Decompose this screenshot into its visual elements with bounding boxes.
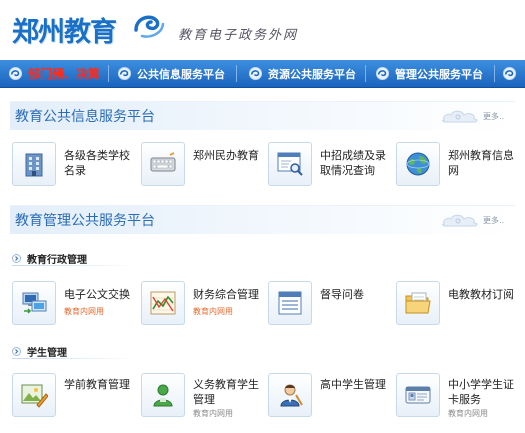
nav-divider (494, 65, 495, 82)
top-navbar: 部门预、决算 公共信息服务平台 资源公共服务平台 管理公共服务平台 (0, 60, 525, 88)
cloud-icon (442, 214, 478, 227)
nav-divider (236, 65, 237, 82)
group-heading-admin: 教育行政管理 (12, 251, 87, 266)
tile-label-exam-results[interactable]: 中招成绩及录取情况查询 (320, 148, 390, 178)
nav-item-budget[interactable]: 部门预、决算 (8, 60, 100, 87)
tile-icon-exam-results[interactable] (268, 142, 312, 186)
arrow-right-icon (12, 347, 21, 356)
tile-icon-education-info-net[interactable] (396, 142, 440, 186)
nav-label: 资源公共服务平台 (268, 67, 356, 81)
group-divider (12, 265, 137, 266)
id-card-icon (405, 386, 431, 404)
tile-label-school-directory[interactable]: 各级各类学校名录 (64, 148, 132, 178)
more-link[interactable]: 更多.. (483, 215, 504, 226)
nav-label: 管理公共服务平台 (395, 67, 483, 81)
search-window-icon (277, 152, 303, 176)
nav-item-resources[interactable]: 资源公共服务平台 (248, 60, 356, 87)
swirl-icon (375, 66, 390, 81)
site-logo[interactable]: 郑州教育 (12, 10, 117, 49)
globe-icon (406, 152, 430, 176)
site-header: 郑州教育 教育电子政务外网 (0, 0, 525, 58)
student-icon (153, 384, 173, 407)
nav-item-management[interactable]: 管理公共服务平台 (375, 60, 483, 87)
group-divider (12, 358, 137, 359)
more-link[interactable]: 更多.. (483, 111, 504, 122)
tile-label-questionnaire[interactable]: 督导问卷 (320, 287, 390, 302)
keyboard-icon (150, 152, 176, 172)
tile-note-intranet: 教育内网用 (193, 307, 233, 316)
swirl-icon (117, 66, 132, 81)
tile-label-textbook-subscription[interactable]: 电教教材订阅 (448, 287, 520, 302)
nav-item-public-info[interactable]: 公共信息服务平台 (117, 60, 225, 87)
section-header-management: 教育管理公共服务平台 更多.. (10, 205, 515, 234)
tile-icon-private-education[interactable] (141, 142, 185, 186)
arrow-right-icon (12, 254, 21, 263)
tile-icon-compulsory-students[interactable] (141, 373, 185, 417)
tile-label-finance[interactable]: 财务综合管理 (193, 287, 268, 302)
tile-icon-high-school-students[interactable] (268, 373, 312, 417)
swirl-icon (8, 66, 23, 81)
questionnaire-icon (278, 291, 302, 315)
section-title: 教育公共信息服务平台 (15, 109, 155, 125)
folder-icon (405, 292, 431, 314)
tile-label-document-exchange[interactable]: 电子公文交换 (64, 287, 139, 302)
finance-chart-icon (150, 291, 176, 315)
tile-icon-student-card[interactable] (396, 373, 440, 417)
cloud-swirl-logo-icon (134, 15, 165, 38)
tile-label-high-school-students[interactable]: 高中学生管理 (320, 377, 392, 392)
building-icon (25, 153, 43, 177)
tile-note-intranet: 教育内网用 (448, 409, 488, 418)
tile-note-intranet: 教育内网用 (64, 307, 104, 316)
site-subtitle: 教育电子政务外网 (178, 28, 299, 43)
nav-item-next[interactable] (502, 60, 522, 87)
tile-icon-school-directory[interactable] (12, 142, 56, 186)
tile-label-student-card[interactable]: 中小学学生证卡服务 (448, 377, 520, 407)
tile-note-intranet: 教育内网用 (193, 409, 233, 418)
nav-label: 部门预、决算 (28, 67, 101, 81)
tile-icon-document-exchange[interactable] (12, 281, 56, 325)
tile-icon-textbook-subscription[interactable] (396, 281, 440, 325)
tile-icon-preschool[interactable] (12, 373, 56, 417)
swirl-icon (502, 66, 517, 81)
tile-label-compulsory-students[interactable]: 义务教育学生管理 (193, 377, 265, 407)
tile-icon-questionnaire[interactable] (268, 281, 312, 325)
tile-label-preschool[interactable]: 学前教育管理 (64, 377, 139, 392)
nav-divider (108, 65, 109, 82)
nav-divider (365, 65, 366, 82)
nav-label: 公共信息服务平台 (137, 67, 225, 81)
teacher-icon (280, 384, 303, 407)
section-title: 教育管理公共服务平台 (15, 213, 155, 229)
tile-label-education-info-net[interactable]: 郑州教育信息网 (448, 148, 518, 178)
group-heading-label: 教育行政管理 (27, 255, 87, 266)
group-heading-students: 学生管理 (12, 344, 67, 359)
tile-label-private-education[interactable]: 郑州民办教育 (193, 148, 263, 163)
computer-exchange-icon (22, 292, 47, 314)
swirl-icon (248, 66, 263, 81)
tile-icon-finance[interactable] (141, 281, 185, 325)
cloud-icon (442, 110, 478, 123)
picture-pen-icon (21, 384, 48, 408)
group-heading-label: 学生管理 (27, 348, 67, 359)
section-header-public-info: 教育公共信息服务平台 更多.. (10, 101, 515, 130)
